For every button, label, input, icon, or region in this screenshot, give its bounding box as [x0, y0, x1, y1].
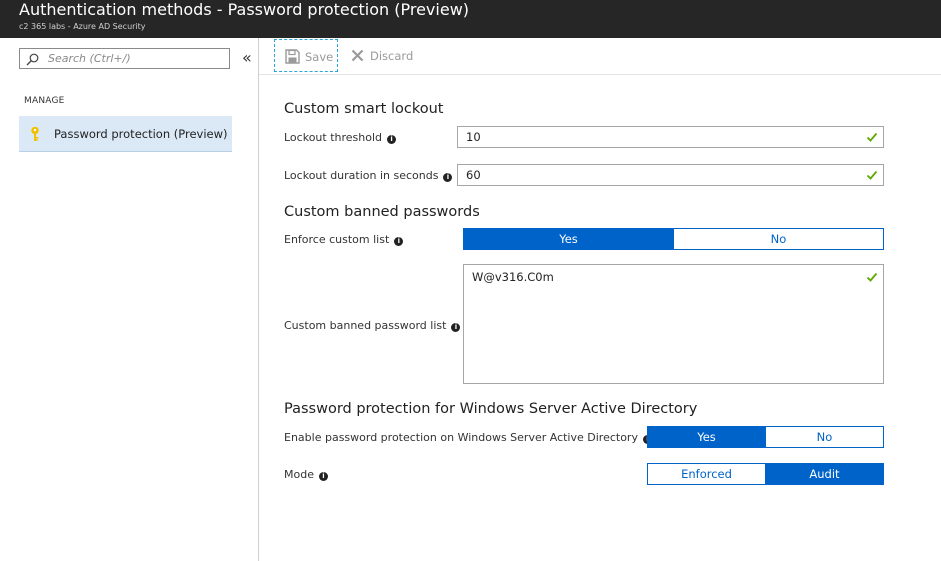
command-bar: Save Discard	[259, 38, 941, 75]
mode-label: Mode i	[284, 468, 328, 481]
search-icon	[26, 53, 39, 66]
section-title-smart-lockout: Custom smart lockout	[284, 101, 444, 117]
mode-label-text: Mode	[284, 468, 314, 481]
info-icon[interactable]: i	[394, 237, 404, 246]
lockout-threshold-input[interactable]	[466, 129, 856, 145]
save-label: Save	[305, 50, 334, 64]
banned-password-list-field[interactable]: W@v316.C0m	[463, 264, 884, 384]
title-bar: Authentication methods - Password protec…	[0, 0, 941, 38]
enable-protection-toggle[interactable]: Yes No	[647, 426, 884, 448]
search-input[interactable]	[48, 50, 226, 67]
enforce-custom-list-no[interactable]: No	[673, 229, 883, 249]
mode-audit[interactable]: Audit	[765, 464, 883, 484]
close-icon	[351, 49, 364, 62]
info-icon[interactable]: i	[443, 173, 453, 182]
search-box[interactable]	[19, 48, 230, 69]
discard-button[interactable]: Discard	[351, 39, 421, 72]
save-icon	[285, 49, 300, 64]
info-icon[interactable]: i	[387, 135, 397, 144]
section-title-banned-passwords: Custom banned passwords	[284, 204, 480, 220]
sidebar-item-password-protection[interactable]: Password protection (Preview)	[19, 116, 232, 152]
left-pane: « MANAGE Password protection (Preview)	[0, 38, 259, 561]
page-title: Authentication methods - Password protec…	[19, 0, 470, 19]
key-icon	[31, 126, 39, 141]
banned-password-list-label: Custom banned password list i	[284, 319, 461, 332]
info-icon[interactable]: i	[318, 472, 328, 481]
enable-protection-label: Enable password protection on Windows Se…	[284, 431, 652, 444]
mode-toggle[interactable]: Enforced Audit	[647, 463, 884, 485]
info-icon[interactable]: i	[451, 323, 461, 332]
enforce-custom-list-label-text: Enforce custom list	[284, 233, 390, 246]
lockout-duration-label-text: Lockout duration in seconds	[284, 169, 439, 182]
lockout-threshold-label-text: Lockout threshold	[284, 131, 383, 144]
banned-password-list-input[interactable]: W@v316.C0m	[472, 270, 862, 370]
section-label-manage: MANAGE	[24, 96, 65, 106]
checkmark-icon	[866, 132, 878, 142]
section-title-windows-server-ad: Password protection for Windows Server A…	[284, 401, 698, 417]
enforce-custom-list-label: Enforce custom list i	[284, 233, 404, 246]
enforce-custom-list-yes[interactable]: Yes	[464, 229, 673, 249]
page-subtitle: c2 365 labs - Azure AD Security	[19, 22, 146, 31]
enforce-custom-list-toggle[interactable]: Yes No	[463, 228, 884, 250]
banned-password-list-label-text: Custom banned password list	[284, 319, 447, 332]
checkmark-icon	[866, 272, 878, 282]
collapse-sidebar-button[interactable]: «	[242, 48, 252, 68]
checkmark-icon	[866, 170, 878, 180]
enable-protection-no[interactable]: No	[765, 427, 883, 447]
mode-enforced[interactable]: Enforced	[648, 464, 765, 484]
enable-protection-label-text: Enable password protection on Windows Se…	[284, 431, 638, 444]
enable-protection-yes[interactable]: Yes	[648, 427, 765, 447]
lockout-threshold-field[interactable]	[457, 126, 884, 148]
discard-label: Discard	[370, 49, 414, 63]
save-button[interactable]: Save	[274, 39, 338, 72]
lockout-duration-input[interactable]	[466, 167, 856, 183]
lockout-duration-label: Lockout duration in seconds i	[284, 169, 453, 182]
lockout-threshold-label: Lockout threshold i	[284, 131, 397, 144]
sidebar-item-label: Password protection (Preview)	[54, 127, 228, 141]
lockout-duration-field[interactable]	[457, 164, 884, 186]
